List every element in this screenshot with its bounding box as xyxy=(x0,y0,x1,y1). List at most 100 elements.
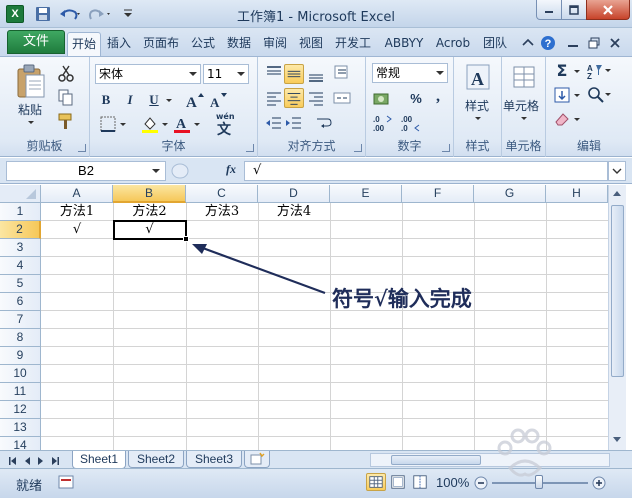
paste-icon[interactable] xyxy=(14,63,48,99)
minimize-ribbon-icon[interactable] xyxy=(520,35,536,51)
column-header-c[interactable]: C xyxy=(186,185,258,203)
tab-page-layout[interactable]: 页面布 xyxy=(139,32,183,56)
sort-filter-icon[interactable]: AZ xyxy=(586,61,612,81)
copy-icon[interactable] xyxy=(56,87,76,107)
align-center-icon[interactable] xyxy=(284,88,304,108)
row-header-10[interactable]: 10 xyxy=(0,365,41,383)
horizontal-scroll-thumb[interactable] xyxy=(391,455,481,465)
sheet-tab-sheet1[interactable]: Sheet1 xyxy=(72,451,126,469)
insert-function-button[interactable]: fx xyxy=(226,162,236,177)
zoom-in-icon[interactable] xyxy=(592,476,606,490)
select-all-button[interactable] xyxy=(0,185,41,203)
column-header-a[interactable]: A xyxy=(41,185,113,203)
customize-quick-access-icon[interactable] xyxy=(122,5,134,23)
percent-button[interactable]: % xyxy=(406,89,426,109)
cell-b1[interactable]: 方法2 xyxy=(113,203,186,221)
tab-home[interactable]: 开始 xyxy=(67,32,101,56)
alignment-launcher-icon[interactable] xyxy=(354,144,362,152)
decrease-decimal-icon[interactable]: .00.0 xyxy=(400,113,424,133)
merge-center-icon[interactable] xyxy=(332,88,352,108)
increase-indent-icon[interactable] xyxy=(284,113,304,133)
minimize-button[interactable] xyxy=(536,0,562,20)
zoom-out-icon[interactable] xyxy=(474,476,488,490)
row-header-4[interactable]: 4 xyxy=(0,257,41,275)
row-header-1[interactable]: 1 xyxy=(0,203,41,221)
close-button[interactable] xyxy=(586,0,630,20)
clipboard-launcher-icon[interactable] xyxy=(78,144,86,152)
column-header-e[interactable]: E xyxy=(330,185,402,203)
tab-data[interactable]: 数据 xyxy=(223,32,255,56)
row-header-6[interactable]: 6 xyxy=(0,293,41,311)
tab-formulas[interactable]: 公式 xyxy=(187,32,219,56)
cells-button[interactable]: 单元格 xyxy=(503,97,539,114)
tab-file[interactable]: 文件 xyxy=(7,30,65,54)
align-right-icon[interactable] xyxy=(306,88,326,108)
scroll-down-icon[interactable] xyxy=(613,437,621,442)
increase-decimal-icon[interactable]: .0.00 xyxy=(372,113,396,133)
zoom-level[interactable]: 100% xyxy=(436,475,469,490)
row-header-7[interactable]: 7 xyxy=(0,311,41,329)
font-name-select[interactable]: 宋体 xyxy=(95,64,201,84)
font-size-select[interactable]: 11 xyxy=(203,64,249,84)
help-icon[interactable]: ? xyxy=(540,35,556,51)
fill-icon[interactable] xyxy=(552,85,572,105)
page-layout-view-icon[interactable] xyxy=(388,473,408,491)
font-launcher-icon[interactable] xyxy=(246,144,254,152)
undo-icon[interactable] xyxy=(58,5,82,23)
last-sheet-icon[interactable] xyxy=(50,455,60,465)
column-header-b[interactable]: B xyxy=(113,185,186,203)
cell-a1[interactable]: 方法1 xyxy=(41,203,113,221)
number-launcher-icon[interactable] xyxy=(442,144,450,152)
cell-c1[interactable]: 方法3 xyxy=(186,203,258,221)
tab-insert[interactable]: 插入 xyxy=(103,32,135,56)
align-top-icon[interactable] xyxy=(264,64,284,84)
row-header-14[interactable]: 14 xyxy=(0,437,41,450)
styles-button[interactable]: 样式 xyxy=(465,97,489,114)
column-header-g[interactable]: G xyxy=(474,185,546,203)
next-sheet-icon[interactable] xyxy=(36,455,46,465)
phonetic-guide-icon[interactable]: wén 文 xyxy=(210,111,240,138)
name-box[interactable]: B2 xyxy=(6,161,166,181)
excel-app-icon[interactable]: X xyxy=(6,5,24,23)
first-sheet-icon[interactable] xyxy=(8,455,18,465)
comma-button[interactable]: , xyxy=(428,87,448,107)
save-icon[interactable] xyxy=(34,5,52,23)
workbook-close-icon[interactable] xyxy=(607,35,623,51)
page-break-preview-icon[interactable] xyxy=(410,473,430,491)
tab-abbyy[interactable]: ABBYY xyxy=(379,32,429,56)
zoom-slider-thumb[interactable] xyxy=(535,475,543,489)
insert-sheet-icon[interactable] xyxy=(244,451,270,468)
cut-icon[interactable] xyxy=(56,63,76,83)
horizontal-scrollbar[interactable] xyxy=(370,453,610,467)
fill-color-icon[interactable] xyxy=(140,114,160,134)
autosum-button[interactable]: Σ xyxy=(552,61,572,81)
redo-icon[interactable] xyxy=(88,5,112,23)
currency-icon[interactable] xyxy=(372,89,396,109)
row-header-11[interactable]: 11 xyxy=(0,383,41,401)
borders-icon[interactable] xyxy=(98,114,118,134)
underline-button[interactable]: U xyxy=(144,90,164,110)
worksheet-grid[interactable]: A B C D E F G H 1 2 3 4 5 6 7 8 9 10 11 … xyxy=(0,185,632,450)
format-painter-icon[interactable] xyxy=(56,111,76,131)
tab-view[interactable]: 视图 xyxy=(295,32,327,56)
font-color-icon[interactable]: A xyxy=(172,114,192,134)
bold-button[interactable]: B xyxy=(96,90,116,110)
styles-icon[interactable]: A xyxy=(465,63,491,93)
fill-handle[interactable] xyxy=(183,236,189,242)
workbook-restore-icon[interactable] xyxy=(586,35,602,51)
cell-d1[interactable]: 方法4 xyxy=(258,203,330,221)
find-select-icon[interactable] xyxy=(586,85,612,105)
clear-icon[interactable] xyxy=(552,109,572,129)
tab-acrobat[interactable]: Acrob xyxy=(431,32,475,56)
number-format-select[interactable]: 常规 xyxy=(372,63,448,83)
shrink-font-icon[interactable]: A xyxy=(208,90,228,110)
vertical-scroll-thumb[interactable] xyxy=(611,205,624,377)
normal-view-icon[interactable] xyxy=(366,473,386,491)
cell-a2[interactable]: √ xyxy=(41,221,113,239)
align-bottom-icon[interactable] xyxy=(306,64,326,84)
align-middle-icon[interactable] xyxy=(284,64,304,84)
formula-splitter-icon[interactable] xyxy=(170,161,220,181)
scroll-up-icon[interactable] xyxy=(613,191,621,196)
align-left-icon[interactable] xyxy=(264,88,284,108)
maximize-button[interactable] xyxy=(561,0,587,20)
